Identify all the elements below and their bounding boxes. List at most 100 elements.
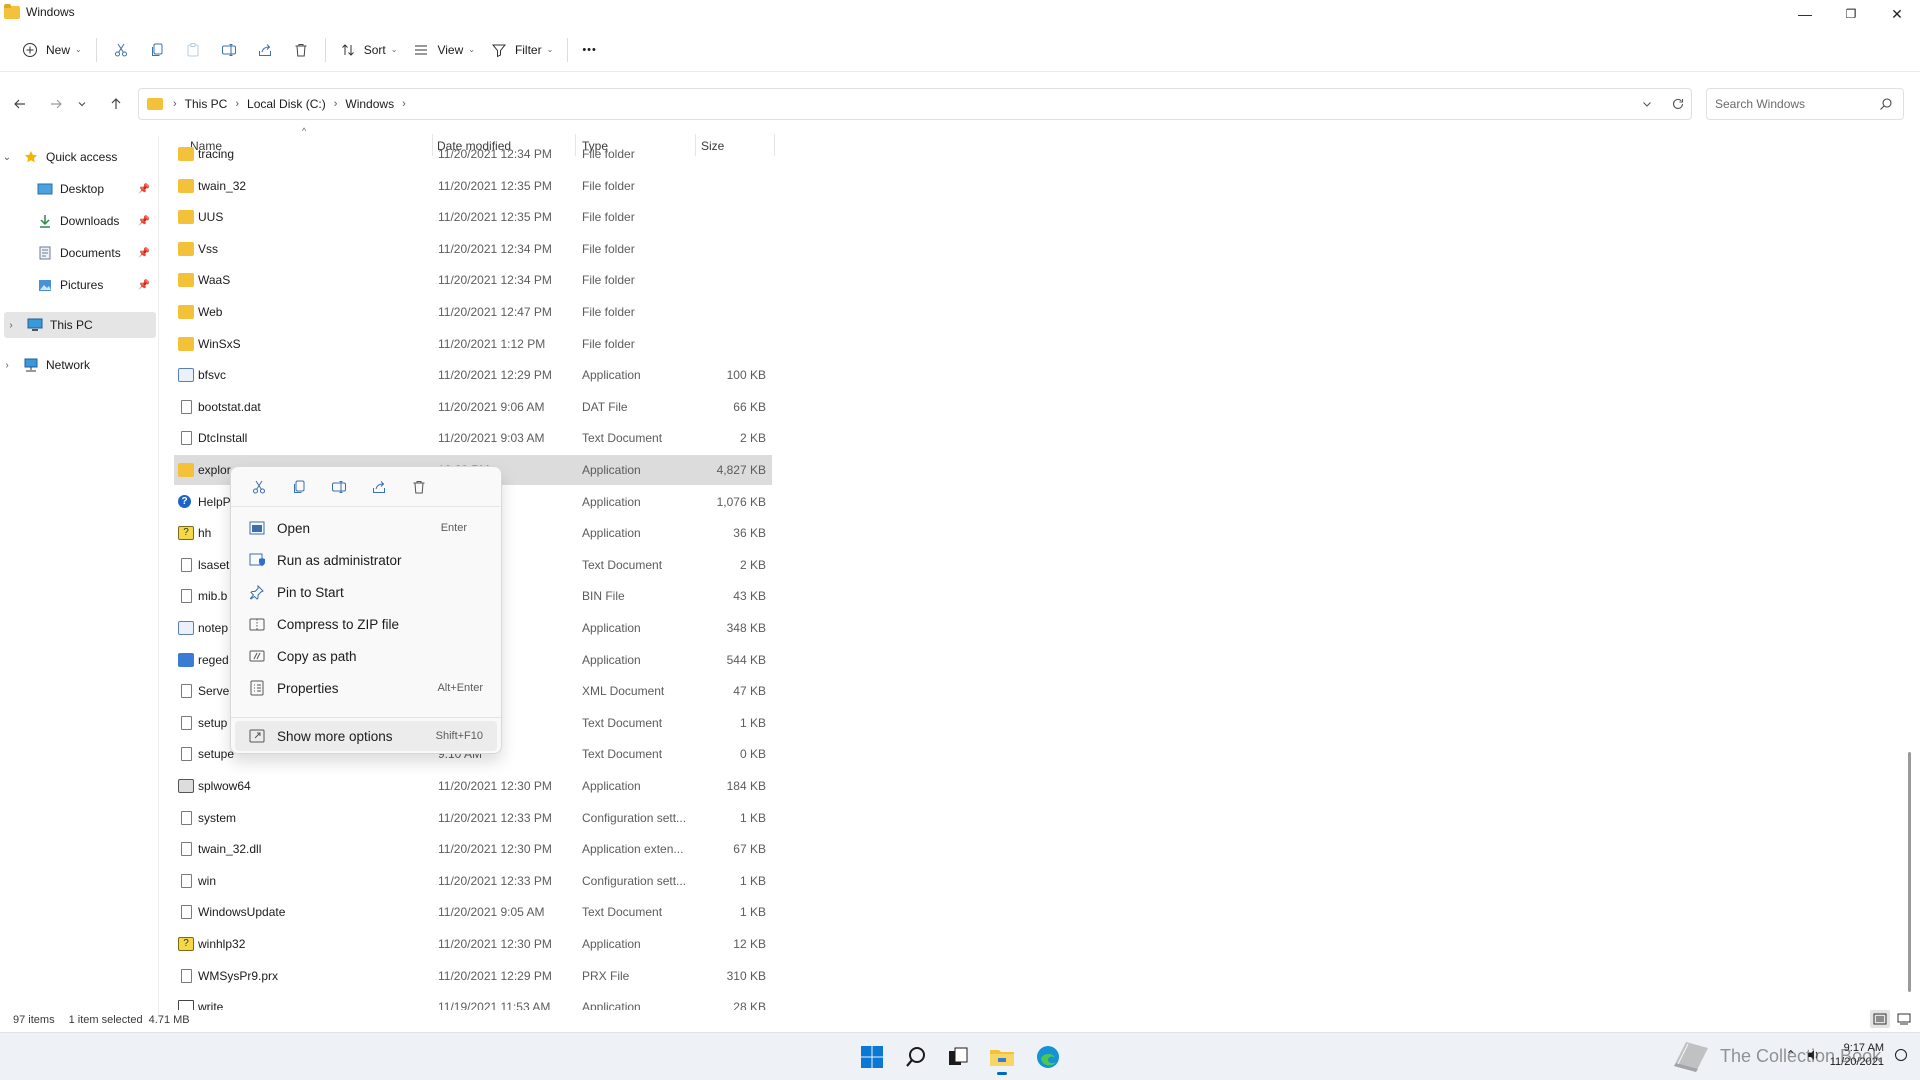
chevron-down-icon[interactable]: ⌄ [0,152,14,163]
file-row[interactable]: Vss 11/20/2021 12:34 PM File folder [174,234,772,264]
file-date: 11/20/2021 12:29 PM [438,368,552,383]
task-view-button[interactable] [944,1043,972,1071]
pin-icon: 📌 [137,279,150,291]
share-button[interactable] [247,34,283,66]
filter-button[interactable]: Filter ⌄ [483,34,561,66]
file-row[interactable]: splwow64 11/20/2021 12:30 PM Application 18… [174,771,772,801]
more-options-button[interactable]: ••• [574,34,605,66]
back-button[interactable] [6,92,34,116]
file-row[interactable]: DtcInstall 11/20/2021 9:03 AM Text Documen… [174,423,772,453]
context-menu: Open Enter Run as administrator Pin to S… [230,466,503,754]
delete-button[interactable] [399,472,439,502]
file-row[interactable]: bootstat.dat 11/20/2021 9:06 AM DAT File 66… [174,392,772,422]
file-explorer-button[interactable] [988,1043,1016,1075]
details-view-button[interactable] [1870,1010,1890,1028]
cut-button[interactable] [103,34,139,66]
view-button[interactable]: View ⌄ [405,34,483,66]
restore-button[interactable]: ❐ [1828,0,1874,28]
file-row[interactable]: Web 11/20/2021 12:47 PM File folder [174,297,772,327]
menu-item-properties[interactable]: Properties Alt+Enter [235,673,497,703]
file-date: 11/20/2021 12:34 PM [438,241,552,256]
menu-item-open[interactable]: Open Enter [235,513,497,543]
sidebar-item-network[interactable]: › Network [0,352,156,378]
search-button[interactable] [902,1043,930,1071]
rename-button[interactable] [211,34,247,66]
file-name: WaaS [198,273,231,288]
chevron-right-icon[interactable]: › [4,320,18,331]
file-row[interactable]: WinSxS 11/20/2021 1:12 PM File folder [174,329,772,359]
new-button[interactable]: New ⌄ [14,34,90,66]
column-divider[interactable] [774,134,775,156]
cut-button[interactable] [239,472,279,502]
delete-button[interactable] [283,34,319,66]
tiles-view-button[interactable] [1894,1010,1914,1028]
recent-locations-button[interactable] [72,92,92,116]
paste-button[interactable] [175,34,211,66]
vertical-scrollbar[interactable] [1908,138,1912,1008]
pin-icon [247,583,267,601]
sidebar-item-documents[interactable]: Documents 📌 [0,240,156,266]
file-size: 67 KB [733,842,766,857]
chevron-right-icon[interactable]: › [0,360,14,371]
sidebar-item-desktop[interactable]: Desktop 📌 [0,176,156,202]
view-toggles [1870,1010,1914,1028]
chevron-down-icon [78,102,86,107]
menu-item-show-more-options[interactable]: Show more options Shift+F10 [235,721,497,751]
share-icon [258,43,271,56]
file-row[interactable]: twain_32.dll 11/20/2021 12:30 PM Applicati… [174,834,772,864]
menu-item-copy-as-path[interactable]: Copy as path [235,641,497,671]
edge-browser-button[interactable] [1034,1043,1062,1071]
file-name: twain_32.dll [198,842,262,857]
breadcrumb-windows[interactable]: Windows [345,97,394,111]
file-row[interactable]: WMSysPr9.prx 11/20/2021 12:29 PM PRX File 3… [174,961,772,991]
folder-icon [147,98,163,110]
notification-icon[interactable] [1894,1048,1908,1062]
chevron-right-icon[interactable]: › [334,98,338,110]
chevron-right-icon[interactable]: › [402,98,406,110]
sidebar-item-downloads[interactable]: Downloads 📌 [0,208,156,234]
file-type: File folder [582,147,635,161]
file-size: 1 KB [739,715,766,730]
file-row[interactable]: bfsvc 11/20/2021 12:29 PM Application 100 K… [174,360,772,390]
sidebar-item-this-pc[interactable]: › This PC [4,312,156,338]
minimize-button[interactable]: — [1782,0,1828,28]
share-button[interactable] [359,472,399,502]
file-row[interactable]: ? winhlp32 11/20/2021 12:30 PM Application 1… [174,929,772,959]
copy-button[interactable] [279,472,319,502]
search-icon[interactable] [1879,97,1893,111]
forward-button[interactable] [42,92,70,116]
menu-item-run-as-administrator[interactable]: Run as administrator [235,545,497,575]
menu-item-compress-zip[interactable]: Compress to ZIP file [235,609,497,639]
search-box[interactable]: Search Windows [1706,88,1904,120]
file-row[interactable]: twain_32 11/20/2021 12:35 PM File folder [174,171,772,201]
file-row[interactable]: system 11/20/2021 12:33 PM Configuration s… [174,803,772,833]
chevron-right-icon[interactable]: › [235,98,239,110]
close-button[interactable]: ✕ [1874,0,1920,28]
start-button[interactable] [858,1043,886,1071]
breadcrumb-this-pc[interactable]: This PC [185,97,228,111]
refresh-icon[interactable] [1671,97,1685,111]
file-row[interactable]: tracing 11/20/2021 12:34 PM File folder [174,143,772,169]
chevron-down-icon[interactable] [1641,98,1653,110]
sidebar-item-quick-access[interactable]: ⌄ Quick access [0,144,156,170]
breadcrumb-local-disk[interactable]: Local Disk (C:) [247,97,326,111]
menu-item-label: Pin to Start [277,584,344,600]
view-label: View [437,42,464,57]
sidebar-item-pictures[interactable]: Pictures 📌 [0,272,156,298]
taskbar: ⌃ 9:17 AM 11/20/2021 [0,1032,1920,1080]
file-row[interactable]: write 11/19/2021 11:53 AM Application 28 KB [174,992,772,1010]
copy-button[interactable] [139,34,175,66]
folder-icon [178,147,194,161]
scrollbar-thumb[interactable] [1908,752,1911,992]
file-row[interactable]: win 11/20/2021 12:33 PM Configuration sett… [174,866,772,896]
file-row[interactable]: WindowsUpdate 11/20/2021 9:05 AM Text Docu… [174,897,772,927]
address-bar[interactable]: › This PC › Local Disk (C:) › Windows › [138,88,1692,120]
menu-item-pin-to-start[interactable]: Pin to Start [235,577,497,607]
pane-divider[interactable] [158,136,159,1016]
rename-button[interactable] [319,472,359,502]
sort-button[interactable]: Sort ⌄ [332,34,406,66]
up-button[interactable] [102,92,130,116]
file-row[interactable]: WaaS 11/20/2021 12:34 PM File folder [174,265,772,295]
file-row[interactable]: UUS 11/20/2021 12:35 PM File folder [174,202,772,232]
file-date: 11/20/2021 12:47 PM [438,305,552,319]
